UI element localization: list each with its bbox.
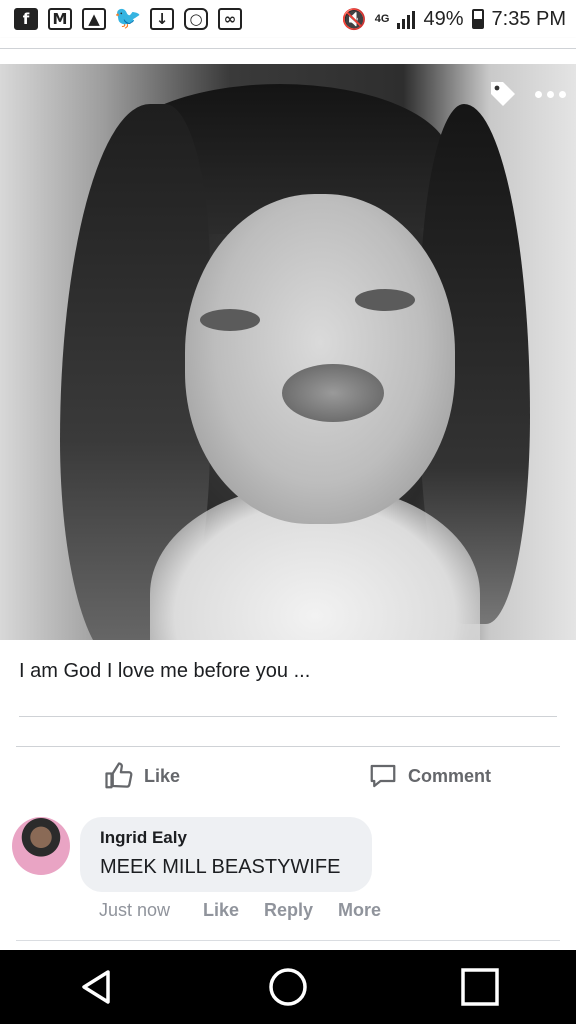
system-status: 🔇 4G 49% 7:35 PM [342, 7, 576, 32]
instagram-icon: ○ [184, 8, 208, 30]
divider [19, 716, 557, 717]
back-button[interactable] [66, 957, 126, 1017]
download-icon: ↓ [150, 8, 174, 30]
avatar[interactable] [12, 817, 70, 875]
mute-icon: 🔇 [341, 8, 367, 31]
twitter-icon: 🐦 [114, 6, 142, 31]
gallery-icon: ▲ [82, 8, 106, 30]
comment-time: Just now [99, 900, 171, 920]
voicemail-icon: ∞ [218, 8, 242, 30]
thumbs-up-icon [105, 762, 133, 789]
battery-percent: 49% [423, 7, 464, 30]
tag-icon[interactable] [487, 78, 519, 110]
network-type: 4G [374, 13, 390, 25]
recents-icon [461, 968, 499, 1006]
home-icon [269, 968, 307, 1006]
like-label: Like [144, 765, 181, 786]
clock: 7:35 PM [491, 7, 566, 30]
photo-actions [487, 78, 566, 110]
divider [16, 940, 560, 941]
previous-card-edge [0, 38, 576, 49]
back-icon [82, 970, 110, 1004]
comment-author[interactable]: Ingrid Ealy [100, 828, 187, 848]
android-nav-bar [0, 950, 576, 1024]
comment-label: Comment [408, 765, 492, 786]
more-options-icon[interactable] [535, 90, 566, 98]
gmail-icon: M [48, 8, 72, 30]
comment-reply-link[interactable]: Reply [264, 900, 313, 921]
comment-button[interactable]: Comment [368, 760, 491, 792]
status-bar: f M ▲ 🐦 ↓ ○ ∞ 🔇 4G 49% 7:35 PM [0, 0, 576, 38]
comment-icon [370, 764, 396, 788]
recents-button[interactable] [450, 957, 510, 1017]
like-button[interactable]: Like [104, 760, 180, 792]
signal-icon [397, 9, 416, 29]
post-caption: I am God I love me before you ... [19, 660, 311, 682]
divider [16, 746, 560, 747]
facebook-icon: f [14, 8, 38, 30]
battery-icon [471, 9, 484, 29]
comment-text: MEEK MILL BEASTYWIFE [100, 856, 341, 878]
post-photo[interactable] [0, 64, 576, 640]
comment-more-link[interactable]: More [338, 900, 381, 921]
notification-icons: f M ▲ 🐦 ↓ ○ ∞ [0, 8, 242, 30]
home-button[interactable] [258, 957, 318, 1017]
comment-like-link[interactable]: Like [203, 900, 239, 921]
